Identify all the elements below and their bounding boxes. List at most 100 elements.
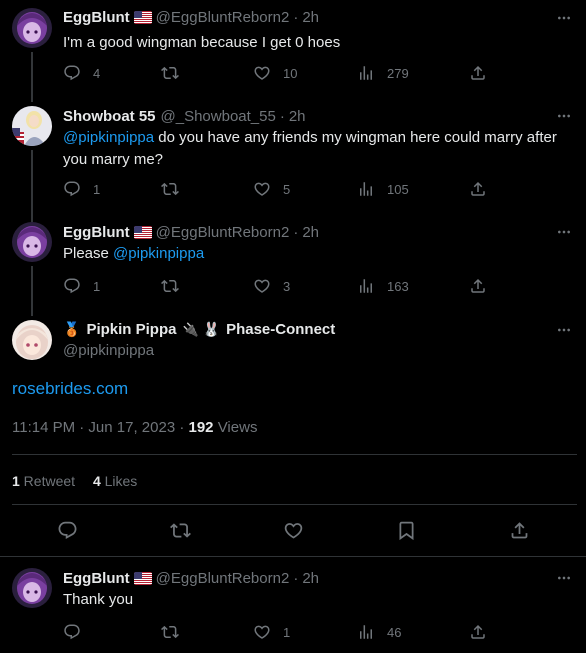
avatar[interactable] [12,106,52,146]
more-icon[interactable] [556,10,572,26]
more-icon[interactable] [556,570,572,586]
view-count: 279 [387,65,409,81]
separator: · [279,108,285,125]
username[interactable]: @EggBluntReborn2 [156,570,290,587]
like-button[interactable]: 1 [253,623,290,641]
separator: · [293,9,299,26]
username[interactable]: @_Showboat_55 [161,108,276,125]
divider [12,504,577,505]
action-bar: 1 3 163 [63,277,503,297]
separator: · [293,224,299,241]
like-icon [283,520,304,541]
display-name[interactable]: Pipkin Pippa [86,321,176,338]
bookmark-button[interactable] [396,520,417,541]
views-button[interactable]: 163 [357,277,409,295]
reply-button[interactable]: 1 [63,180,100,198]
like-button[interactable]: 5 [253,180,290,198]
more-icon[interactable] [556,108,572,124]
tweet-header: EggBlunt @EggBluntReborn2 · 2h [63,224,319,241]
link-text[interactable]: rosebrides.com [12,379,128,399]
share-button[interactable] [469,623,487,641]
reply-button[interactable]: 1 [63,277,100,295]
share-icon [469,64,487,82]
views-button[interactable]: 279 [357,64,409,82]
mention-link[interactable]: @pipkinpippa [113,245,204,262]
retweets-label: Retweet [19,473,76,489]
share-button[interactable] [509,520,530,541]
retweet-icon [161,623,179,641]
tweet-header: Showboat 55 @_Showboat_55 · 2h [63,108,306,125]
like-button[interactable]: 3 [253,277,290,295]
reply-button[interactable]: 4 [63,64,100,82]
views-button[interactable]: 46 [357,623,401,641]
retweet-button[interactable] [161,277,191,295]
bookmark-icon [396,520,417,541]
tweet-eggblunt-2[interactable]: EggBlunt @EggBluntReborn2 · 2h Please @p… [0,212,586,316]
like-button[interactable]: 10 [253,64,297,82]
tweet-body: Please [63,245,114,262]
view-count: 105 [387,181,409,197]
display-name[interactable]: Showboat 55 [63,108,156,125]
likes-stat[interactable]: 4 Likes [93,473,137,489]
display-name[interactable]: EggBlunt [63,224,130,241]
retweet-button[interactable] [161,180,191,198]
thread-line-top [31,92,33,102]
display-name-suffix[interactable]: Phase-Connect [226,321,335,338]
like-count: 3 [283,278,291,294]
display-name[interactable]: EggBlunt [63,9,130,26]
display-name[interactable]: EggBlunt [63,570,130,587]
mention-link[interactable]: @pipkinpippa [63,129,154,146]
separator: · [293,570,299,587]
timestamp[interactable]: 2h [302,224,319,241]
share-button[interactable] [469,180,487,198]
views-button[interactable]: 105 [357,180,409,198]
share-button[interactable] [469,277,487,295]
post-timestamp[interactable]: 11:14 PM · Jun 17, 2023 · [12,419,189,436]
like-icon [253,277,271,295]
username[interactable]: @EggBluntReborn2 [156,224,290,241]
retweets-stat[interactable]: 1 Retweet [12,473,75,489]
action-bar: 1 5 105 [63,180,503,200]
bunny-icon: 🐰 [202,321,221,337]
username[interactable]: @EggBluntReborn2 [156,9,290,26]
timestamp[interactable]: 2h [302,9,319,26]
tweet-eggblunt-1[interactable]: EggBlunt @EggBluntReborn2 · 2h I'm a goo… [0,0,586,100]
avatar[interactable] [12,568,52,608]
avatar[interactable] [12,222,52,262]
reply-icon [63,277,81,295]
us-flag-icon [134,11,152,24]
tweet-text: I'm a good wingman because I get 0 hoes [63,34,341,51]
retweet-icon [161,64,179,82]
timestamp[interactable]: 2h [302,570,319,587]
share-button[interactable] [469,64,487,82]
tweet-text: Please @pipkinpippa [63,243,578,265]
tweet-header: EggBlunt @EggBluntReborn2 · 2h [63,570,319,587]
views-label: Views [213,419,258,436]
engagement-stats: 1 Retweet 4 Likes [12,473,137,489]
like-button[interactable] [283,520,304,541]
plug-icon: 🔌 [182,321,199,337]
like-count: 10 [283,65,298,81]
like-count: 5 [283,181,291,197]
us-flag-icon [134,226,152,239]
bronze-medal-icon: 🥉 [63,321,81,337]
avatar[interactable] [12,320,52,360]
timestamp-row: 11:14 PM · Jun 17, 2023 · 192 Views [12,419,257,436]
retweet-button[interactable] [161,623,191,641]
retweet-button[interactable] [161,64,191,82]
view-count: 46 [387,624,402,640]
retweet-button[interactable] [170,520,191,541]
timestamp[interactable]: 2h [289,108,306,125]
reply-button[interactable] [63,623,93,641]
retweet-icon [161,180,179,198]
tweet-showboat[interactable]: Showboat 55 @_Showboat_55 · 2h @pipkinpi… [0,92,586,222]
reply-button[interactable] [57,520,78,541]
share-icon [509,520,530,541]
avatar[interactable] [12,8,52,48]
username[interactable]: @pipkinpippa [63,342,154,359]
main-tweet-header: 🥉 Pipkin Pippa 🔌 🐰 Phase-Connect [63,321,335,338]
reply-tweet[interactable]: EggBlunt @EggBluntReborn2 · 2h Thank you… [0,557,586,653]
more-icon[interactable] [556,322,572,338]
more-icon[interactable] [556,224,572,240]
reply-count: 4 [93,65,101,81]
